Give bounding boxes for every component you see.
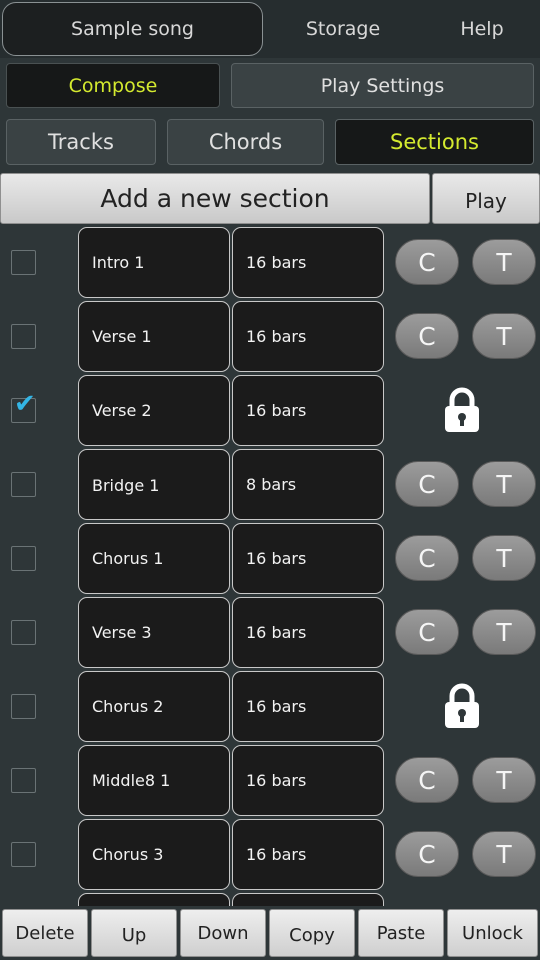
- lock-icon: [445, 387, 479, 432]
- section-row: Bridge 1 8 bars C T: [0, 448, 540, 522]
- tab-chords[interactable]: Chords: [167, 119, 324, 165]
- section-bars-field[interactable]: 16 bars: [232, 819, 384, 890]
- section-checkbox[interactable]: [11, 324, 36, 349]
- checkmark-icon: ✔: [14, 389, 36, 419]
- chords-button[interactable]: C: [395, 313, 459, 359]
- section-name-field[interactable]: Verse 2: [78, 375, 230, 446]
- section-row: Chorus 1 16 bars C T: [0, 522, 540, 596]
- section-name-field[interactable]: Verse 3: [78, 597, 230, 668]
- chords-button[interactable]: C: [395, 831, 459, 877]
- section-name-field[interactable]: Verse 1: [78, 301, 230, 372]
- section-bars-field[interactable]: 16 bars: [232, 597, 384, 668]
- section-row: Verse 3 16 bars C T: [0, 596, 540, 670]
- section-name-field[interactable]: Chorus 2: [78, 671, 230, 742]
- section-name-field[interactable]: Middle8 1: [78, 745, 230, 816]
- section-checkbox[interactable]: ✔: [11, 389, 36, 423]
- tracks-button[interactable]: T: [472, 609, 536, 655]
- section-name-field[interactable]: [78, 893, 230, 906]
- paste-button[interactable]: Paste: [358, 909, 444, 957]
- copy-button[interactable]: Copy: [269, 909, 355, 957]
- down-button[interactable]: Down: [180, 909, 266, 957]
- section-row: ✔ Verse 2 16 bars: [0, 374, 540, 448]
- unlock-button[interactable]: Unlock: [447, 909, 538, 957]
- song-title-button[interactable]: Sample song: [2, 2, 263, 56]
- bottom-toolbar: Delete Up Down Copy Paste Unlock: [0, 906, 540, 960]
- compose-mode-button[interactable]: Compose: [6, 63, 220, 108]
- tab-sections[interactable]: Sections: [335, 119, 534, 165]
- tracks-button[interactable]: T: [472, 461, 536, 507]
- up-button[interactable]: Up: [91, 909, 177, 957]
- section-bars-field[interactable]: 16 bars: [232, 375, 384, 446]
- chords-button[interactable]: C: [395, 757, 459, 803]
- sections-list[interactable]: Intro 1 16 bars C T Verse 1 16 bars C T …: [0, 226, 540, 906]
- section-name-field[interactable]: Chorus 3: [78, 819, 230, 890]
- section-row: Middle8 1 16 bars C T: [0, 744, 540, 818]
- section-name-field[interactable]: Intro 1: [78, 227, 230, 298]
- section-bars-field[interactable]: [232, 893, 384, 906]
- section-bars-field[interactable]: 16 bars: [232, 227, 384, 298]
- help-button[interactable]: Help: [430, 2, 534, 56]
- play-settings-mode-button[interactable]: Play Settings: [231, 63, 534, 108]
- section-checkbox[interactable]: [11, 546, 36, 571]
- section-row: Verse 1 16 bars C T: [0, 300, 540, 374]
- delete-button[interactable]: Delete: [2, 909, 88, 957]
- section-name-field[interactable]: Chorus 1: [78, 523, 230, 594]
- section-bars-field[interactable]: 16 bars: [232, 523, 384, 594]
- lock-icon: [445, 683, 479, 728]
- section-row: [0, 892, 540, 906]
- tracks-button[interactable]: T: [472, 831, 536, 877]
- tracks-button[interactable]: T: [472, 757, 536, 803]
- section-bars-field[interactable]: 8 bars: [232, 449, 384, 520]
- section-bars-field[interactable]: 16 bars: [232, 745, 384, 816]
- section-checkbox[interactable]: [11, 250, 36, 275]
- section-checkbox[interactable]: [11, 842, 36, 867]
- tab-tracks[interactable]: Tracks: [6, 119, 156, 165]
- section-checkbox[interactable]: [11, 620, 36, 645]
- storage-button[interactable]: Storage: [278, 2, 408, 56]
- section-row: Chorus 2 16 bars: [0, 670, 540, 744]
- chords-button[interactable]: C: [395, 535, 459, 581]
- chords-button[interactable]: C: [395, 461, 459, 507]
- tracks-button[interactable]: T: [472, 313, 536, 359]
- section-row: Intro 1 16 bars C T: [0, 226, 540, 300]
- section-checkbox[interactable]: [11, 768, 36, 793]
- section-checkbox[interactable]: [11, 694, 36, 719]
- tracks-button[interactable]: T: [472, 535, 536, 581]
- section-row: Chorus 3 16 bars C T: [0, 818, 540, 892]
- chords-button[interactable]: C: [395, 239, 459, 285]
- section-bars-field[interactable]: 16 bars: [232, 671, 384, 742]
- play-button[interactable]: Play: [432, 173, 540, 224]
- chords-button[interactable]: C: [395, 609, 459, 655]
- tracks-button[interactable]: T: [472, 239, 536, 285]
- section-bars-field[interactable]: 16 bars: [232, 301, 384, 372]
- section-checkbox[interactable]: [11, 472, 36, 497]
- section-name-field[interactable]: Bridge 1: [78, 449, 230, 520]
- add-section-button[interactable]: Add a new section: [0, 173, 430, 224]
